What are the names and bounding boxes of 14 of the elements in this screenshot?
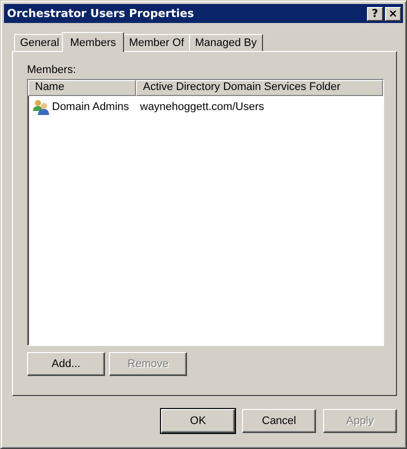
table-cell: Domain Admins (52, 101, 130, 113)
add-button[interactable]: Add... (27, 352, 105, 376)
caption-button[interactable]: ? (367, 6, 383, 20)
window-title: Orchestrator Users Properties (7, 7, 194, 20)
users-icon (33, 99, 49, 115)
column-header[interactable]: Name (28, 80, 136, 96)
table-cell: waynehoggett.com/Users (140, 101, 264, 113)
column-header[interactable]: Active Directory Domain Services Folder (136, 80, 383, 96)
caption-button[interactable]: × (385, 6, 401, 20)
members-label: Members: (27, 64, 77, 76)
tab[interactable]: Members (62, 32, 124, 52)
dialog-button[interactable]: OK (161, 409, 235, 433)
dialog-button[interactable]: Cancel (242, 409, 316, 433)
tab[interactable]: Managed By (189, 34, 263, 51)
